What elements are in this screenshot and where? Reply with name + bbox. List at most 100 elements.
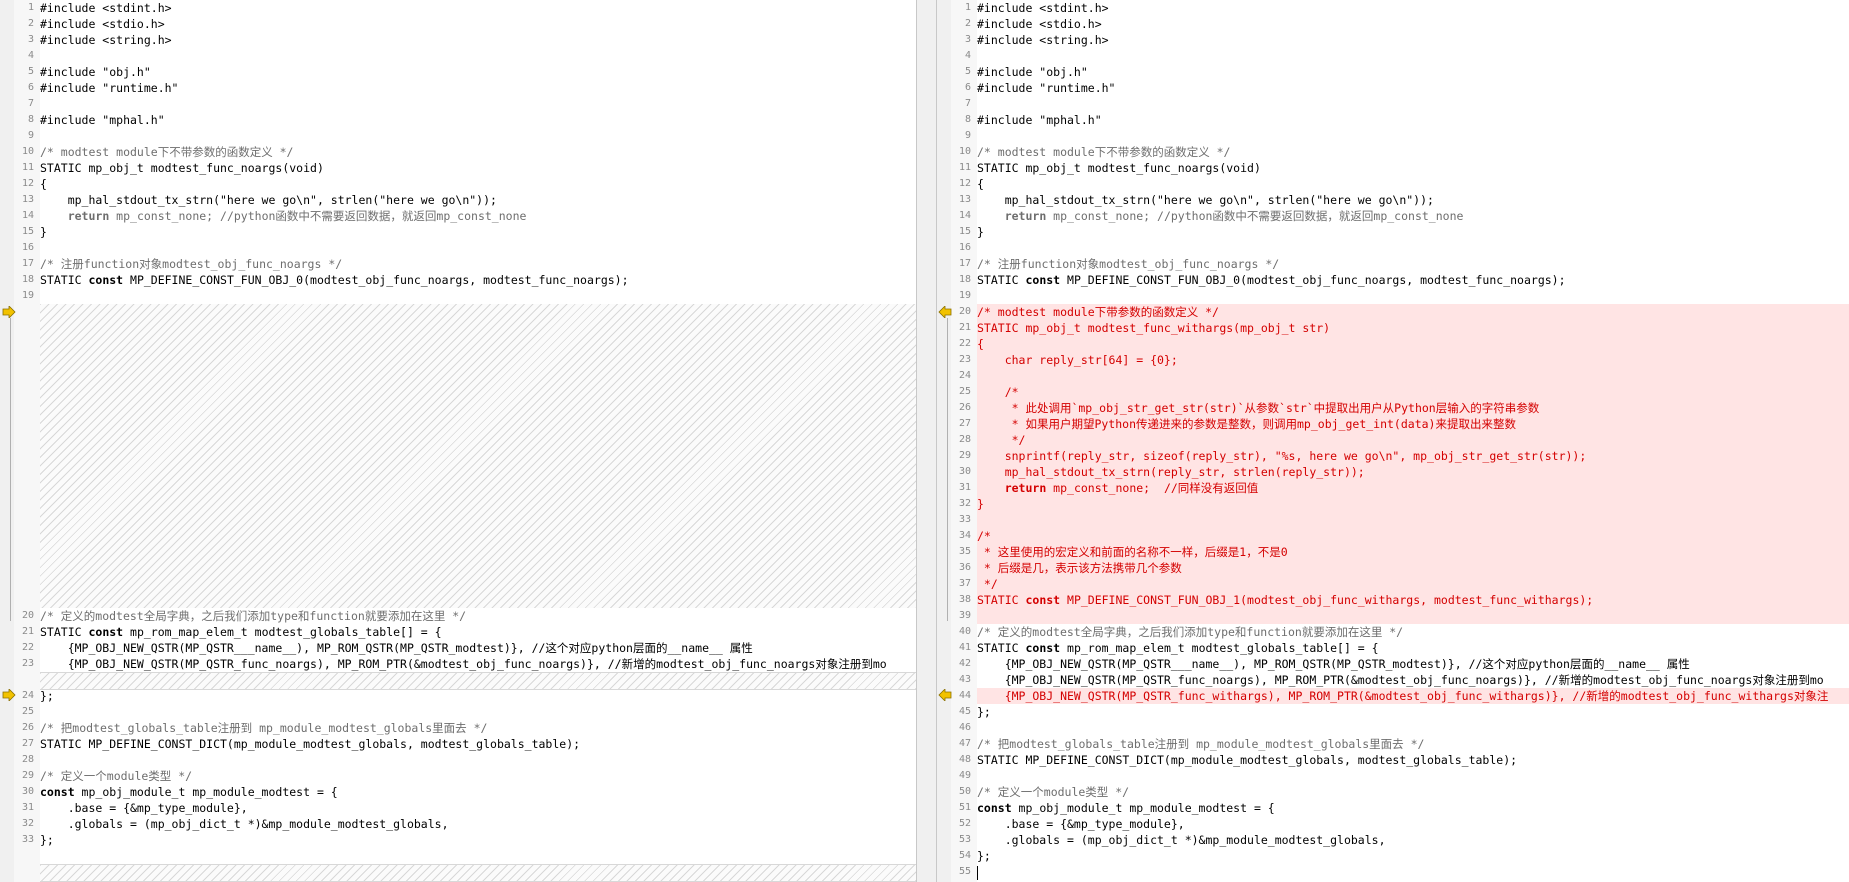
code-line[interactable] [977, 96, 1849, 112]
code-line[interactable] [977, 720, 1849, 736]
code-line[interactable]: {MP_OBJ_NEW_QSTR(MP_QSTR_func_withargs),… [977, 688, 1849, 704]
code-line[interactable]: STATIC const mp_rom_map_elem_t modtest_g… [977, 640, 1849, 656]
code-line[interactable] [977, 368, 1849, 384]
pane-divider[interactable] [916, 0, 937, 882]
code-line[interactable]: /* modtest module下带参数的函数定义 */ [977, 304, 1849, 320]
code-line[interactable]: STATIC const MP_DEFINE_CONST_FUN_OBJ_0(m… [977, 272, 1849, 288]
code-line[interactable]: .base = {&mp_type_module}, [40, 800, 916, 816]
code-line[interactable]: }; [977, 704, 1849, 720]
code-line[interactable]: } [977, 224, 1849, 240]
code-line[interactable]: mp_hal_stdout_tx_strn("here we go\n", st… [977, 192, 1849, 208]
code-line[interactable]: const mp_obj_module_t mp_module_modtest … [977, 800, 1849, 816]
code-line[interactable] [977, 768, 1849, 784]
code-line[interactable]: #include <string.h> [977, 32, 1849, 48]
code-line[interactable]: }; [40, 832, 916, 848]
code-line[interactable]: */ [977, 432, 1849, 448]
code-line[interactable]: /* modtest module下不带参数的函数定义 */ [40, 144, 916, 160]
code-line[interactable]: STATIC mp_obj_t modtest_func_noargs(void… [977, 160, 1849, 176]
right-arrow-diff-icon[interactable] [2, 306, 16, 318]
code-line[interactable]: { [40, 176, 916, 192]
code-line[interactable]: {MP_OBJ_NEW_QSTR(MP_QSTR___name__), MP_R… [40, 640, 916, 656]
left-arrow-diff-icon[interactable] [938, 689, 952, 701]
code-line[interactable]: STATIC MP_DEFINE_CONST_DICT(mp_module_mo… [977, 752, 1849, 768]
code-line[interactable] [977, 608, 1849, 624]
code-line[interactable]: /* 把modtest_globals_table注册到 mp_module_m… [977, 736, 1849, 752]
line-number: 2 [964, 18, 971, 29]
code-line[interactable]: #include <string.h> [40, 32, 916, 48]
code-line[interactable]: #include <stdint.h> [40, 0, 916, 16]
code-line[interactable]: #include "mphal.h" [977, 112, 1849, 128]
code-line[interactable]: * 如果用户期望Python传递进来的参数是整数，则调用mp_obj_get_i… [977, 416, 1849, 432]
code-line[interactable]: #include <stdio.h> [977, 16, 1849, 32]
code-line[interactable]: STATIC const mp_rom_map_elem_t modtest_g… [40, 624, 916, 640]
diff-range-bracket [10, 318, 14, 621]
code-line[interactable]: {MP_OBJ_NEW_QSTR(MP_QSTR_func_noargs), M… [40, 656, 916, 672]
code-line[interactable] [40, 96, 916, 112]
code-line[interactable]: STATIC MP_DEFINE_CONST_DICT(mp_module_mo… [40, 736, 916, 752]
code-line[interactable]: STATIC mp_obj_t modtest_func_noargs(void… [40, 160, 916, 176]
code-line[interactable]: .globals = (mp_obj_dict_t *)&mp_module_m… [977, 832, 1849, 848]
code-line[interactable]: { [977, 176, 1849, 192]
code-line[interactable] [977, 48, 1849, 64]
code-line[interactable]: }; [977, 848, 1849, 864]
code-line[interactable]: STATIC const MP_DEFINE_CONST_FUN_OBJ_1(m… [977, 592, 1849, 608]
code-line[interactable]: /* 定义的modtest全局字典，之后我们添加type和function就要添… [40, 608, 916, 624]
code-line[interactable]: char reply_str[64] = {0}; [977, 352, 1849, 368]
code-line[interactable]: #include "runtime.h" [40, 80, 916, 96]
code-line[interactable]: /* 把modtest_globals_table注册到 mp_module_m… [40, 720, 916, 736]
left-file-pane[interactable]: 1 2 3 4 5 6 7 8 9 10 11 12 13 14 15 16 17 18 19 20 21 22 23 24 2… [0, 0, 916, 882]
code-line[interactable]: #include "obj.h" [40, 64, 916, 80]
code-line[interactable]: /* [977, 384, 1849, 400]
left-code-area[interactable]: #include <stdint.h> #include <stdio.h> #in… [40, 0, 916, 882]
code-line[interactable]: #include "mphal.h" [40, 112, 916, 128]
code-line[interactable] [40, 752, 916, 768]
code-line[interactable]: #include "runtime.h" [977, 80, 1849, 96]
code-line[interactable]: STATIC const MP_DEFINE_CONST_FUN_OBJ_0(m… [40, 272, 916, 288]
code-line[interactable]: /* 定义一个module类型 */ [40, 768, 916, 784]
code-line[interactable]: } [40, 224, 916, 240]
right-arrow-diff-icon[interactable] [2, 689, 16, 701]
code-line[interactable] [40, 288, 916, 304]
code-line[interactable]: mp_hal_stdout_tx_strn(reply_str, strlen(… [977, 464, 1849, 480]
code-line[interactable]: return mp_const_none; //python函数中不需要返回数据… [40, 208, 916, 224]
code-line[interactable]: mp_hal_stdout_tx_strn("here we go\n", st… [40, 192, 916, 208]
code-line[interactable]: /* modtest module下不带参数的函数定义 */ [977, 144, 1849, 160]
code-line[interactable]: * 此处调用`mp_obj_str_get_str(str)`从参数`str`中… [977, 400, 1849, 416]
code-line[interactable] [977, 128, 1849, 144]
code-line[interactable] [40, 240, 916, 256]
code-line[interactable]: #include "obj.h" [977, 64, 1849, 80]
code-line[interactable]: #include <stdio.h> [40, 16, 916, 32]
right-code-area[interactable]: #include <stdint.h> #include <stdio.h> #in… [977, 0, 1849, 882]
left-arrow-diff-icon[interactable] [938, 306, 952, 318]
code-line[interactable] [40, 704, 916, 720]
code-line[interactable]: /* 注册function对象modtest_obj_func_noargs *… [977, 256, 1849, 272]
code-line[interactable]: */ [977, 576, 1849, 592]
code-line[interactable]: .base = {&mp_type_module}, [977, 816, 1849, 832]
code-line[interactable]: #include <stdint.h> [977, 0, 1849, 16]
code-line[interactable]: { [977, 336, 1849, 352]
code-line[interactable]: .globals = (mp_obj_dict_t *)&mp_module_m… [40, 816, 916, 832]
code-line[interactable]: snprintf(reply_str, sizeof(reply_str), "… [977, 448, 1849, 464]
code-line[interactable]: } [977, 496, 1849, 512]
code-line[interactable] [40, 128, 916, 144]
code-line[interactable]: return mp_const_none; //python函数中不需要返回数据… [977, 208, 1849, 224]
code-line[interactable]: /* [977, 528, 1849, 544]
code-line[interactable]: * 后缀是几，表示该方法携带几个参数 [977, 560, 1849, 576]
code-line[interactable] [40, 48, 916, 64]
code-line[interactable]: }; [40, 688, 916, 704]
code-line[interactable]: /* 注册function对象modtest_obj_func_noargs *… [40, 256, 916, 272]
right-file-pane[interactable]: 1 2 3 4 5 6 7 8 9 10 11 12 13 14 15 16 17 18 19 20 21 22 23 24 2… [937, 0, 1849, 882]
code-line[interactable] [977, 240, 1849, 256]
code-line[interactable]: /* 定义的modtest全局字典，之后我们添加type和function就要添… [977, 624, 1849, 640]
code-line[interactable]: /* 定义一个module类型 */ [977, 784, 1849, 800]
code-line[interactable] [977, 288, 1849, 304]
code-line[interactable] [977, 512, 1849, 528]
code-line[interactable]: STATIC mp_obj_t modtest_func_withargs(mp… [977, 320, 1849, 336]
code-line[interactable]: const mp_obj_module_t mp_module_modtest … [40, 784, 916, 800]
code-line[interactable]: {MP_OBJ_NEW_QSTR(MP_QSTR___name__), MP_R… [977, 656, 1849, 672]
code-line[interactable]: * 这里使用的宏定义和前面的名称不一样，后缀是1，不是0 [977, 544, 1849, 560]
code-line[interactable]: {MP_OBJ_NEW_QSTR(MP_QSTR_func_noargs), M… [977, 672, 1849, 688]
line-number: 15 [958, 226, 971, 237]
code-line[interactable] [977, 864, 1849, 880]
code-line[interactable]: return mp_const_none; //同样没有返回值 [977, 480, 1849, 496]
